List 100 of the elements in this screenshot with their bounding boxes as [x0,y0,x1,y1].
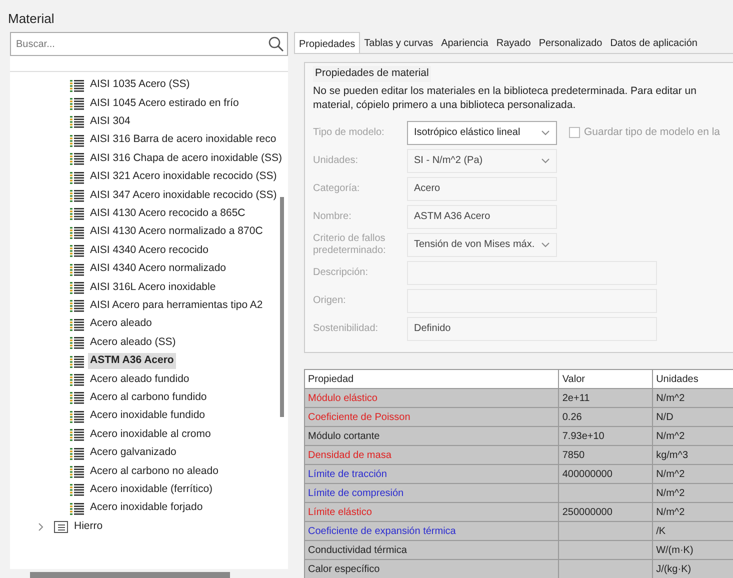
list-icon [70,262,84,276]
table-cell: 400000000 [558,464,653,484]
tree-item[interactable]: AISI 4130 Acero normalizado a 870C [88,224,265,240]
list-icon [70,372,84,386]
column-header: Propiedad [304,370,559,389]
tree-item[interactable]: Acero aleado (SS) [88,334,178,351]
tab[interactable]: Tablas y curvas [360,32,438,53]
group-title: Propiedades de material [313,66,431,82]
table-cell: Densidad de masa [304,446,559,465]
tree-item[interactable]: AISI 316 Barra de acero inoxidable reco [88,132,278,148]
tree-item[interactable]: AISI 347 Acero inoxidable recocido (SS) [88,188,279,204]
list-icon [70,189,84,202]
tree-item[interactable]: Acero inoxidable forjado [88,500,205,516]
list-icon [70,152,84,166]
list-icon [70,428,84,442]
table-cell: J/(kg·K) [652,560,733,578]
tree-item[interactable]: Acero al carbono no aleado [88,464,220,480]
table-cell: Coeficiente de expansión térmica [304,522,559,541]
table-cell: N/D [652,408,733,427]
window-title: Material [7,10,56,28]
tree-item[interactable]: AISI 1045 Acero estirado en frío [88,96,241,112]
field-label: Descripción: [313,266,370,279]
table-cell: Límite de tracción [304,464,559,484]
table-cell: Calor específico [304,560,559,578]
list-icon [70,170,84,184]
column-header: Unidades [652,370,733,389]
list-icon [70,483,84,496]
field-label: Tipo de modelo: [313,126,386,139]
scrollbar-thumb[interactable] [30,572,230,578]
tree-item[interactable]: Acero aleado fundido [88,372,192,388]
table-cell: Módulo cortante [304,426,559,446]
list-icon [70,78,84,92]
table-cell: N/m^2 [652,502,733,522]
field-label: Unidades: [313,154,360,167]
table-cell: W/(m·K) [652,540,733,560]
list-icon [70,134,84,147]
search-icon[interactable] [268,36,284,52]
column-header: Valor [558,370,653,389]
tab[interactable]: Personalizado [534,32,606,53]
search-field[interactable]: Buscar... [10,32,288,56]
list-icon [70,280,84,294]
list-icon [70,299,84,312]
list-icon [70,115,84,128]
list-icon [70,502,84,515]
table-cell: N/m^2 [652,484,733,503]
tab[interactable]: Rayado [492,32,535,53]
list-icon [70,464,84,478]
tree-item[interactable]: Acero aleado [88,316,154,332]
table-cell: N/m^2 [652,388,733,408]
tree-item[interactable]: AISI 316 Chapa de acero inoxidable (SS) [88,150,284,167]
table-cell: Coeficiente de Poisson [304,408,559,427]
field-label: Origen: [313,294,347,307]
list-icon [70,336,84,350]
list-icon [70,446,84,460]
text-field[interactable]: Acero [407,176,557,201]
list-icon [70,97,84,110]
checkbox-label: Guardar tipo de modelo en la [584,124,720,140]
list-icon [70,410,84,423]
table-cell: Límite elástico [304,502,559,522]
table-cell: Módulo elástico [304,388,559,408]
tree-item[interactable]: Acero inoxidable fundido [88,408,207,424]
tree-item[interactable]: Hierro [72,518,105,534]
tab[interactable]: Datos de aplicación [606,32,702,53]
table-cell: N/m^2 [652,426,733,446]
tree-item[interactable]: Acero al carbono fundido [88,390,209,406]
tab[interactable]: Apariencia [437,32,492,53]
scrollbar-thumb[interactable] [280,197,284,417]
dropdown[interactable]: Isotrópico elástico lineal [407,120,557,145]
checkbox[interactable] [569,127,580,138]
tree-item[interactable]: AISI 321 Acero inoxidable recocido (SS) [88,169,279,186]
table-cell: 250000000 [558,502,653,522]
list-icon [70,207,84,220]
tree-item[interactable]: ASTM A36 Acero [88,353,176,369]
tree-item[interactable]: AISI 1035 Acero (SS) [88,77,192,94]
table-cell: 2e+11 [558,388,653,408]
tree-item[interactable]: Acero galvanizado [88,445,178,461]
expand-caret-icon[interactable] [38,522,44,531]
tree-item[interactable]: AISI 4340 Acero recocido [88,242,210,259]
tree-item[interactable]: AISI 304 [88,114,132,130]
field-label: Sostenibilidad: [313,322,380,335]
field-label: Criterio de fallos predeterminado: [313,232,387,257]
field-label: Nombre: [313,210,352,223]
tree-item[interactable]: AISI 316L Acero inoxidable [88,280,218,296]
table-cell: N/m^2 [652,464,733,484]
tree-item[interactable]: Acero inoxidable (ferrítico) [88,482,215,498]
tree-item[interactable]: AISI 4130 Acero recocido a 865C [88,206,248,222]
search-input[interactable]: Buscar... [14,36,268,52]
folder-icon [54,520,68,534]
table-cell: Límite de compresión [304,484,559,503]
tree-item[interactable]: AISI 4340 Acero normalizado [88,261,228,277]
list-icon [70,391,84,404]
text-field[interactable]: Definido [407,316,657,341]
dropdown[interactable]: SI - N/m^2 (Pa) [407,148,557,173]
table-cell: 7850 [558,446,653,465]
tree-item[interactable]: Acero inoxidable al cromo [88,426,213,442]
tree-item[interactable]: AISI Acero para herramientas tipo A2 [88,298,265,314]
text-field[interactable]: ASTM A36 Acero [407,204,557,229]
tab[interactable]: Propiedades [294,32,360,53]
list-icon [70,318,84,331]
dropdown[interactable]: Tensión de von Mises máx. [407,232,557,257]
